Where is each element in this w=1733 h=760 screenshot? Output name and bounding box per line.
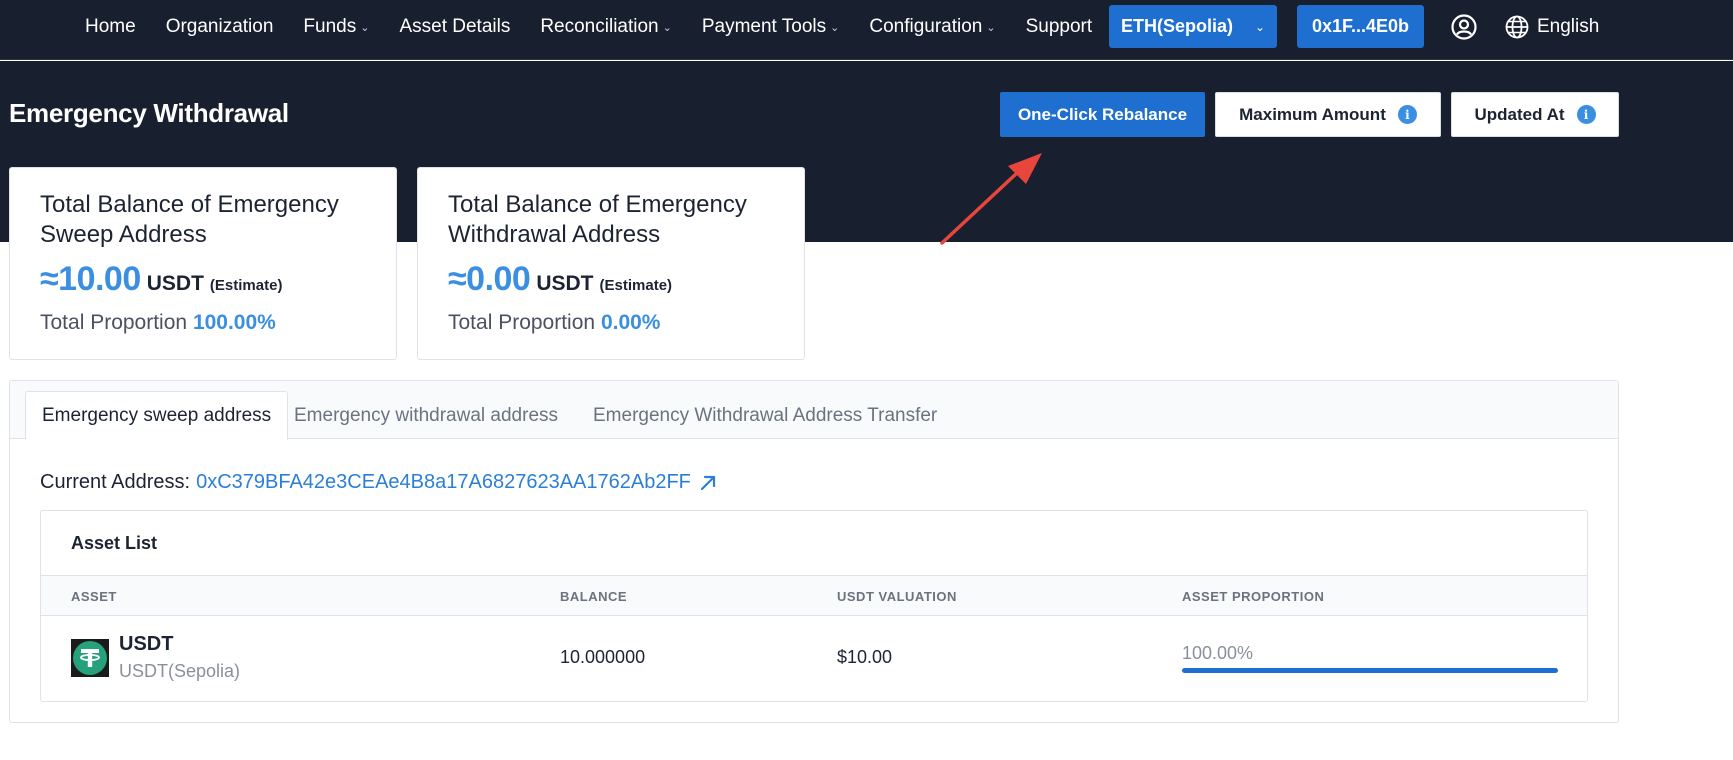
proportion-value: 100.00% xyxy=(192,311,276,334)
asset-proportion-fill xyxy=(1182,668,1558,673)
nav-item-asset-details[interactable]: Asset Details xyxy=(399,16,510,38)
card-title: Total Balance of Emergency Sweep Address xyxy=(40,191,339,248)
sweep-balance-card: Total Balance of Emergency Sweep Address… xyxy=(9,167,397,360)
nav-item-organization[interactable]: Organization xyxy=(166,16,274,38)
asset-list: Asset List ASSET BALANCE USDT VALUATION … xyxy=(40,510,1588,702)
network-selector-button[interactable]: ETH(Sepolia) ⌄ xyxy=(1109,5,1277,48)
total-proportion: Total Proportion 100.00% xyxy=(40,311,276,334)
card-title: Total Balance of Emergency Withdrawal Ad… xyxy=(448,191,747,248)
withdrawal-balance-card: Total Balance of Emergency Withdrawal Ad… xyxy=(417,167,805,360)
info-icon[interactable]: i xyxy=(1397,105,1417,124)
user-circle-icon[interactable] xyxy=(1451,14,1477,40)
top-navbar: Home Organization Funds ⌄ Asset Details R… xyxy=(0,0,1733,60)
column-header-usdt-valuation: USDT VALUATION xyxy=(837,589,957,604)
asset-proportion-text: 100.00% xyxy=(1182,643,1254,663)
maximum-amount-button[interactable]: Maximum Amount i xyxy=(1215,92,1441,137)
tether-icon xyxy=(71,639,109,677)
language-selector[interactable]: English xyxy=(1505,13,1599,41)
one-click-rebalance-button[interactable]: One-Click Rebalance xyxy=(1000,92,1205,137)
chevron-down-icon: ⌄ xyxy=(360,21,370,34)
balance-unit: USDT xyxy=(536,272,594,295)
proportion-value: 0.00% xyxy=(600,311,661,334)
asset-network: USDT(Sepolia) xyxy=(119,661,241,681)
asset-proportion-bar xyxy=(1182,668,1558,673)
asset-balance: 10.000000 xyxy=(560,647,646,667)
address-panel: Emergency sweep address Emergency withdr… xyxy=(9,380,1619,723)
estimate-label: (Estimate) xyxy=(209,277,283,294)
page-title: Emergency Withdrawal xyxy=(9,98,289,128)
nav-item-reconciliation[interactable]: Reconciliation ⌄ xyxy=(540,16,672,38)
updated-at-button[interactable]: Updated At i xyxy=(1451,92,1619,137)
estimate-label: (Estimate) xyxy=(599,277,673,294)
current-address-link[interactable]: 0xC379BFA42e3CEAe4B8a17A6827623AA1762Ab2… xyxy=(196,471,691,494)
info-icon[interactable]: i xyxy=(1576,105,1596,124)
column-header-asset: ASSET xyxy=(71,589,117,604)
external-link-icon[interactable] xyxy=(699,474,717,492)
asset-list-title: Asset List xyxy=(71,533,158,553)
chevron-down-icon: ⌄ xyxy=(986,21,996,34)
balance-unit: USDT xyxy=(146,272,204,295)
nav-item-home[interactable]: Home xyxy=(85,16,136,38)
nav-item-configuration[interactable]: Configuration ⌄ xyxy=(869,16,995,38)
chevron-down-icon: ⌄ xyxy=(1254,19,1266,34)
card-value-row: ≈0.00 USDT (Estimate) xyxy=(448,260,774,299)
tab-emergency-withdrawal-address[interactable]: Emergency withdrawal address xyxy=(278,391,574,440)
chevron-down-icon: ⌄ xyxy=(830,21,840,34)
table-row: USDT USDT(Sepolia) 10.000000 $10.00 100.… xyxy=(41,617,1587,701)
nav-item-support[interactable]: Support xyxy=(1026,16,1093,38)
tab-emergency-withdrawal-address-transfer[interactable]: Emergency Withdrawal Address Transfer xyxy=(577,391,953,440)
asset-valuation: $10.00 xyxy=(837,647,893,667)
annotation-arrow xyxy=(940,153,1042,245)
current-address: Current Address: 0xC379BFA42e3CEAe4B8a17… xyxy=(40,471,717,494)
balance-value: ≈10.00 xyxy=(40,260,141,298)
main-nav: Home Organization Funds ⌄ Asset Details R… xyxy=(85,0,1122,54)
asset-symbol: USDT xyxy=(119,633,174,655)
wallet-address-button[interactable]: 0x1F...4E0b xyxy=(1297,5,1424,48)
table-header: ASSET BALANCE USDT VALUATION ASSET PROPO… xyxy=(41,575,1587,616)
tab-bar: Emergency sweep address Emergency withdr… xyxy=(10,381,1618,440)
card-value-row: ≈10.00 USDT (Estimate) xyxy=(40,260,366,299)
nav-item-payment-tools[interactable]: Payment Tools ⌄ xyxy=(702,16,840,38)
nav-item-funds[interactable]: Funds ⌄ xyxy=(303,16,369,38)
total-proportion: Total Proportion 0.00% xyxy=(448,311,661,334)
column-header-asset-proportion: ASSET PROPORTION xyxy=(1182,589,1325,604)
current-address-label: Current Address: xyxy=(40,471,191,493)
language-label: English xyxy=(1537,16,1600,37)
balance-value: ≈0.00 xyxy=(448,260,531,298)
globe-icon xyxy=(1505,15,1529,39)
chevron-down-icon: ⌄ xyxy=(662,21,672,34)
tab-emergency-sweep-address[interactable]: Emergency sweep address xyxy=(25,391,289,440)
column-header-balance: BALANCE xyxy=(560,589,628,604)
